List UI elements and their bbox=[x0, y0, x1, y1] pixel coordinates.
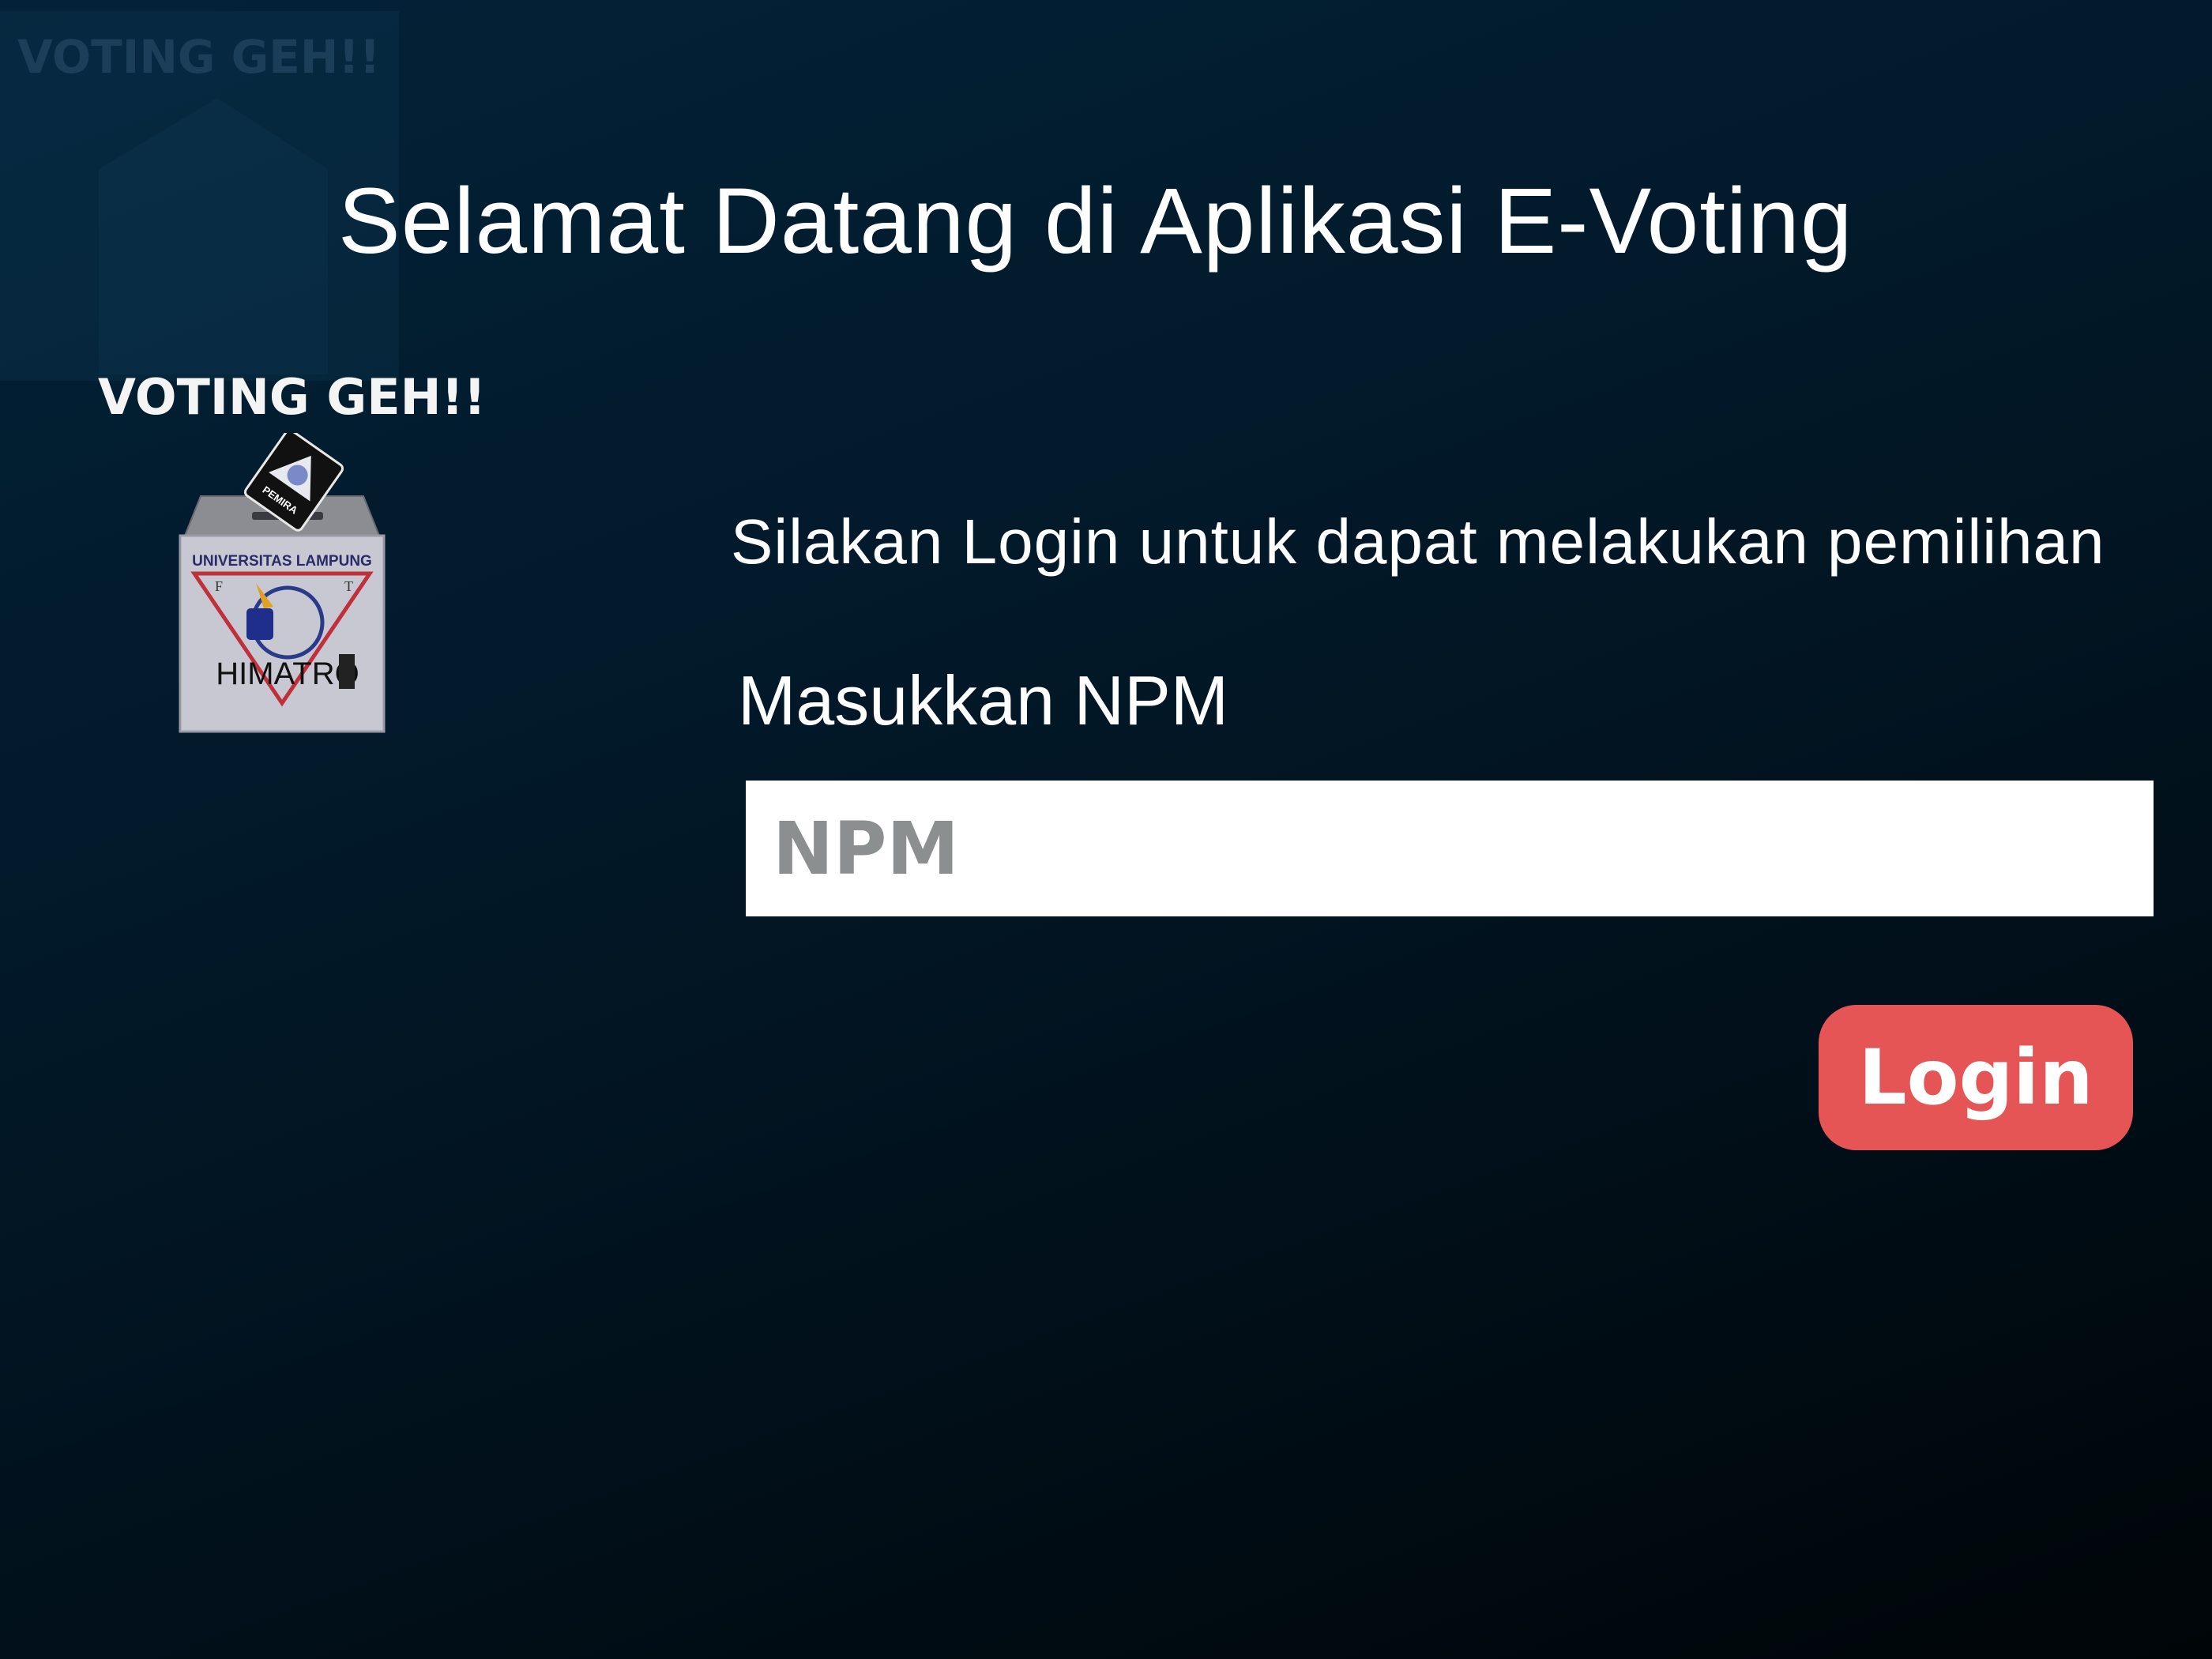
npm-label: Masukkan NPM bbox=[738, 661, 1229, 739]
ballot-box-icon: UNIVERSITAS LAMPUNG F T HIMATRO PEMIRA bbox=[179, 433, 386, 733]
emblem-letter-right: T bbox=[344, 578, 353, 594]
page-title: Selamat Datang di Aplikasi E-Voting bbox=[338, 169, 1853, 273]
brand-name: VOTING GEH!! bbox=[98, 368, 487, 426]
emblem-letter-left: F bbox=[215, 578, 223, 594]
ghost-brand-text: VOTING GEH!! bbox=[17, 30, 381, 84]
ghost-ballot-icon bbox=[99, 98, 328, 374]
emblem-himatro-text: HIMATRO bbox=[216, 656, 359, 691]
login-instruction: Silakan Login untuk dapat melakukan pemi… bbox=[731, 506, 2105, 577]
box-university-text: UNIVERSITAS LAMPUNG bbox=[192, 553, 372, 570]
npm-input[interactable] bbox=[746, 781, 2154, 916]
login-button[interactable]: Login bbox=[1819, 1005, 2133, 1150]
